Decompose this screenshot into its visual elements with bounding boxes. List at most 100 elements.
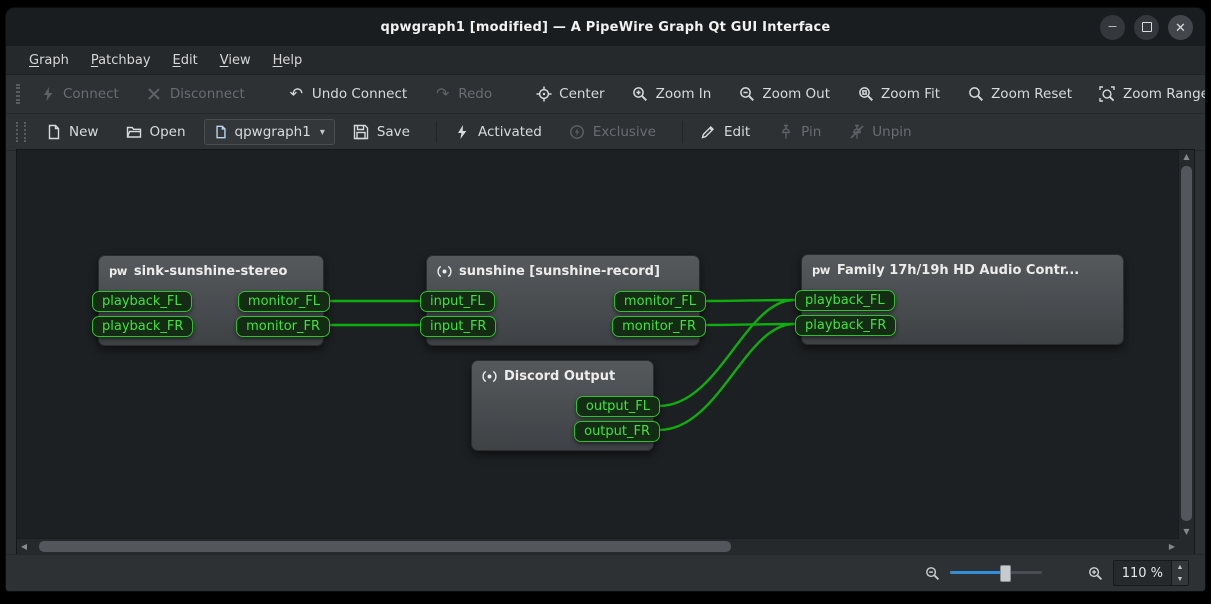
activated-bolt-icon (454, 124, 471, 141)
new-file-icon (45, 124, 62, 141)
zoom-range-label: Zoom Range (1123, 86, 1206, 102)
menu-edit[interactable]: Edit (162, 49, 209, 72)
save-icon (353, 124, 370, 141)
zoom-in-icon (632, 86, 649, 103)
scroll-down-icon[interactable]: ▼ (1180, 525, 1194, 539)
node-sink-sunshine-stereo[interactable]: sink-sunshine-stereo playback_FL monitor… (98, 255, 324, 346)
zoom-range-icon (1099, 86, 1116, 103)
save-button[interactable]: Save (344, 118, 419, 147)
node-sunshine[interactable]: sunshine [sunshine-record] input_FL moni… (426, 255, 700, 346)
patchbay-toolbar: New Open qpwgraph1 ▾ Save (6, 114, 1205, 151)
open-folder-icon (125, 124, 142, 141)
maximize-icon (1142, 22, 1152, 32)
zoom-fit-button[interactable]: Zoom Fit (848, 80, 949, 109)
vertical-scroll-handle[interactable] (1181, 166, 1192, 521)
menu-view[interactable]: View (209, 49, 262, 72)
node-header[interactable]: sink-sunshine-stereo (99, 256, 323, 286)
connection-wire[interactable] (705, 300, 794, 301)
spin-arrows: ▲ ▼ (1171, 561, 1188, 585)
new-button[interactable]: New (36, 118, 107, 147)
open-button[interactable]: Open (116, 118, 194, 147)
port-input[interactable]: playback_FR (92, 316, 193, 337)
port-input[interactable]: playback_FR (795, 315, 896, 336)
node-title: Discord Output (504, 369, 615, 384)
toolbar-drag-handle[interactable] (16, 122, 26, 142)
graph-view-frame: sink-sunshine-stereo playback_FL monitor… (16, 149, 1195, 555)
pin-label: Pin (801, 124, 821, 140)
patchbay-name: qpwgraph1 (235, 124, 311, 140)
exclusive-toggle: Exclusive (560, 118, 665, 147)
zoom-range-button[interactable]: Zoom Range (1090, 80, 1206, 109)
zoom-out-small-icon[interactable] (925, 566, 940, 581)
connect-label: Connect (63, 86, 119, 102)
zoom-out-button[interactable]: Zoom Out (729, 80, 839, 109)
node-header[interactable]: Discord Output (472, 361, 653, 391)
node-title: Family 17h/19h HD Audio Contr... (837, 263, 1079, 278)
zoom-value: 110 % (1114, 561, 1171, 585)
connect-icon (39, 86, 56, 103)
title-bar[interactable]: qpwgraph1 [modified] — A PipeWire Graph … (6, 8, 1205, 46)
zoom-spinbox[interactable]: 110 % ▲ ▼ (1113, 560, 1189, 586)
scroll-left-icon[interactable]: ◀ (17, 540, 31, 554)
open-label: Open (149, 124, 185, 140)
port-output[interactable]: monitor_FL (614, 291, 706, 312)
graph-canvas[interactable]: sink-sunshine-stereo playback_FL monitor… (17, 150, 1179, 539)
connect-button: Connect (30, 80, 128, 109)
zoom-slider-fill (950, 571, 1003, 574)
port-input[interactable]: input_FR (420, 316, 496, 337)
menu-patchbay[interactable]: Patchbay (80, 49, 162, 72)
center-button[interactable]: Center (526, 80, 613, 109)
patchbay-selector-dropdown[interactable]: qpwgraph1 ▾ (204, 119, 335, 145)
status-bar: 110 % ▲ ▼ (6, 554, 1205, 591)
close-button[interactable]: ✕ (1168, 15, 1193, 40)
zoom-spin-up-button[interactable]: ▲ (1172, 561, 1188, 573)
zoom-reset-button[interactable]: Zoom Reset (958, 80, 1081, 109)
connection-wire[interactable] (705, 324, 794, 325)
zoom-in-button[interactable]: Zoom In (623, 80, 721, 109)
node-header[interactable]: sunshine [sunshine-record] (427, 256, 699, 286)
menu-graph[interactable]: Graph (18, 49, 80, 72)
zoom-fit-icon (857, 86, 874, 103)
menu-bar: Graph Patchbay Edit View Help (6, 46, 1205, 75)
window-title: qpwgraph1 [modified] — A PipeWire Graph … (6, 20, 1205, 35)
pipewire-icon (109, 264, 127, 278)
zoom-in-small-icon[interactable] (1088, 566, 1103, 581)
undo-icon: ↶ (288, 86, 305, 103)
port-input[interactable]: input_FL (420, 291, 495, 312)
zoom-spin-down-button[interactable]: ▼ (1172, 573, 1188, 585)
disconnect-label: Disconnect (170, 86, 245, 102)
scroll-up-icon[interactable]: ▲ (1180, 150, 1194, 164)
node-header[interactable]: Family 17h/19h HD Audio Contr... (802, 255, 1123, 285)
disconnect-button: Disconnect (137, 80, 254, 109)
port-output[interactable]: output_FR (574, 421, 660, 442)
horizontal-scrollbar[interactable]: ◀ ▶ (17, 538, 1179, 554)
vertical-scroll-track[interactable] (1179, 164, 1194, 525)
node-family-hd-audio[interactable]: Family 17h/19h HD Audio Contr... playbac… (801, 254, 1124, 345)
edit-toggle[interactable]: Edit (691, 118, 759, 147)
minimize-button[interactable]: ─ (1100, 15, 1125, 40)
toolbar-drag-handle[interactable] (16, 84, 20, 104)
node-discord-output[interactable]: Discord Output output_FL output_FR (471, 360, 654, 451)
undo-connect-button[interactable]: ↶ Undo Connect (279, 80, 416, 109)
horizontal-scroll-handle[interactable] (39, 541, 731, 552)
port-list: input_FL monitor_FL input_FR monitor_FR (427, 286, 699, 345)
record-icon (482, 369, 497, 384)
undo-label: Undo Connect (312, 86, 407, 102)
port-output[interactable]: monitor_FR (236, 316, 330, 337)
zoom-slider-thumb[interactable] (1000, 565, 1011, 582)
scroll-right-icon[interactable]: ▶ (1165, 540, 1179, 554)
maximize-button[interactable] (1134, 15, 1159, 40)
port-input[interactable]: playback_FL (92, 291, 192, 312)
menu-help[interactable]: Help (262, 49, 314, 72)
zoom-slider[interactable] (950, 565, 1042, 581)
zoom-fit-label: Zoom Fit (881, 86, 940, 102)
port-output[interactable]: monitor_FR (612, 316, 706, 337)
edit-pencil-icon (700, 124, 717, 141)
vertical-scrollbar[interactable]: ▲ ▼ (1178, 150, 1194, 539)
toolbar-separator (682, 121, 683, 143)
activated-toggle[interactable]: Activated (445, 118, 551, 147)
port-input[interactable]: playback_FL (795, 290, 895, 311)
horizontal-scroll-track[interactable] (31, 539, 1165, 554)
port-output[interactable]: output_FL (576, 396, 660, 417)
port-output[interactable]: monitor_FL (238, 291, 330, 312)
